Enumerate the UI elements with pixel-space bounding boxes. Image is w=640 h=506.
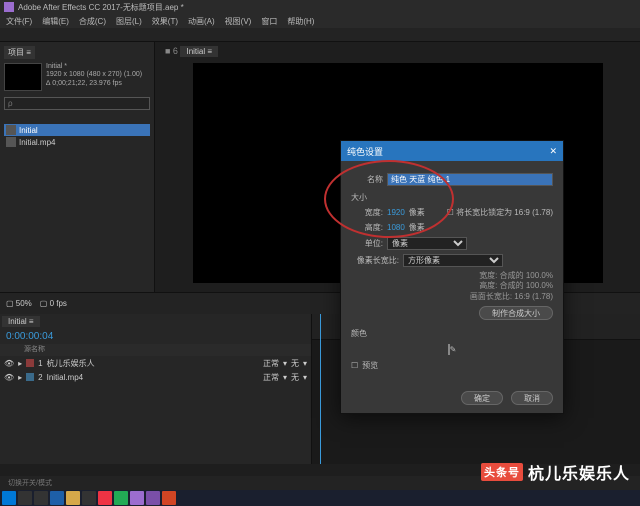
menu-file[interactable]: 文件(F) (6, 16, 32, 27)
comp-size: 1920 x 1080 (480 x 270) (1.00) (46, 71, 142, 79)
cancel-button[interactable]: 取消 (511, 391, 553, 405)
layer-name: 杭儿乐娱乐人 (47, 358, 95, 369)
menu-effect[interactable]: 效果(T) (152, 16, 178, 27)
viewer-tab[interactable]: Initial ≡ (180, 46, 218, 57)
ppt-icon[interactable] (162, 491, 176, 505)
layer-name: Initial.mp4 (47, 373, 83, 382)
pr-icon[interactable] (146, 491, 160, 505)
mail-icon[interactable] (114, 491, 128, 505)
app-title: Adobe After Effects CC 2017 (18, 3, 120, 12)
par-select[interactable]: 方形像素 (403, 254, 503, 267)
project-item-list: Initial Initial.mp4 (4, 124, 150, 148)
lock-aspect-checkbox[interactable]: 将长宽比锁定为 16:9 (1.78) (456, 208, 553, 217)
solid-name-input[interactable] (387, 173, 553, 186)
footage-icon (6, 137, 16, 147)
menu-anim[interactable]: 动画(A) (188, 16, 215, 27)
solid-settings-dialog: 纯色设置 ✕ 名称 大小 宽度:1920像素 ☐ 将长宽比锁定为 16:9 (1… (340, 140, 564, 414)
make-comp-size-button[interactable]: 制作合成大小 (479, 306, 553, 320)
store-icon[interactable] (82, 491, 96, 505)
dialog-titlebar[interactable]: 纯色设置 ✕ (341, 141, 563, 161)
menu-comp[interactable]: 合成(C) (79, 16, 106, 27)
menu-bar: 文件(F) 编辑(E) 合成(C) 图层(L) 效果(T) 动画(A) 视图(V… (0, 14, 640, 28)
comp-duration: ∆ 0;00;21;22, 23.976 fps (46, 80, 142, 88)
menu-layer[interactable]: 图层(L) (116, 16, 142, 27)
menu-view[interactable]: 视图(V) (225, 16, 252, 27)
preview-checkbox[interactable]: 预览 (362, 360, 378, 371)
window-titlebar: Adobe After Effects CC 2017 - 无标题项目.aep … (0, 0, 640, 14)
app-icon (4, 2, 14, 12)
project-title: 无标题项目.aep * (123, 2, 184, 13)
toolbar[interactable] (0, 28, 640, 42)
width-input[interactable]: 1920 (387, 208, 405, 217)
project-tab[interactable]: 项目 ≡ (4, 46, 35, 59)
watermark-badge: 头条号 (481, 463, 523, 481)
start-button[interactable] (2, 491, 16, 505)
eyedropper-icon[interactable]: ✎ (450, 345, 457, 354)
comp-icon (6, 125, 16, 135)
layer-row[interactable]: 👁▸2 Initial.mp4 正常▾ 无▾ (0, 370, 311, 384)
height-input[interactable]: 1080 (387, 223, 405, 232)
unit-select[interactable]: 像素 (387, 237, 467, 250)
music-icon[interactable] (98, 491, 112, 505)
project-search[interactable] (4, 97, 150, 110)
taskview-icon[interactable] (34, 491, 48, 505)
size-group-label: 大小 (351, 192, 553, 203)
explorer-icon[interactable] (66, 491, 80, 505)
project-item[interactable]: Initial (4, 124, 150, 136)
menu-edit[interactable]: 编辑(E) (42, 16, 69, 27)
comp-name: Initial * (46, 63, 142, 71)
layer-row[interactable]: 👁▸1 杭儿乐娱乐人 正常▾ 无▾ (0, 356, 311, 370)
timecode[interactable]: 0:00:00:04 (0, 329, 311, 344)
watermark: 头条号 杭儿乐娱乐人 (481, 460, 630, 484)
windows-taskbar[interactable] (0, 490, 640, 506)
menu-window[interactable]: 窗口 (261, 16, 277, 27)
playhead[interactable] (320, 314, 321, 464)
menu-help[interactable]: 帮助(H) (287, 16, 314, 27)
timeline-columns: 源名称 (0, 344, 311, 356)
comp-thumbnail[interactable] (4, 63, 42, 91)
dialog-title: 纯色设置 (347, 145, 383, 158)
edge-icon[interactable] (50, 491, 64, 505)
timeline-tab[interactable]: Initial ≡ (2, 316, 40, 327)
ae-icon[interactable] (130, 491, 144, 505)
project-item[interactable]: Initial.mp4 (4, 136, 150, 148)
project-panel: 项目 ≡ Initial * 1920 x 1080 (480 x 270) (… (0, 42, 155, 292)
comp-info: Initial * 1920 x 1080 (480 x 270) (1.00)… (46, 63, 142, 91)
close-icon[interactable]: ✕ (549, 146, 557, 157)
ok-button[interactable]: 确定 (461, 391, 503, 405)
search-icon[interactable] (18, 491, 32, 505)
